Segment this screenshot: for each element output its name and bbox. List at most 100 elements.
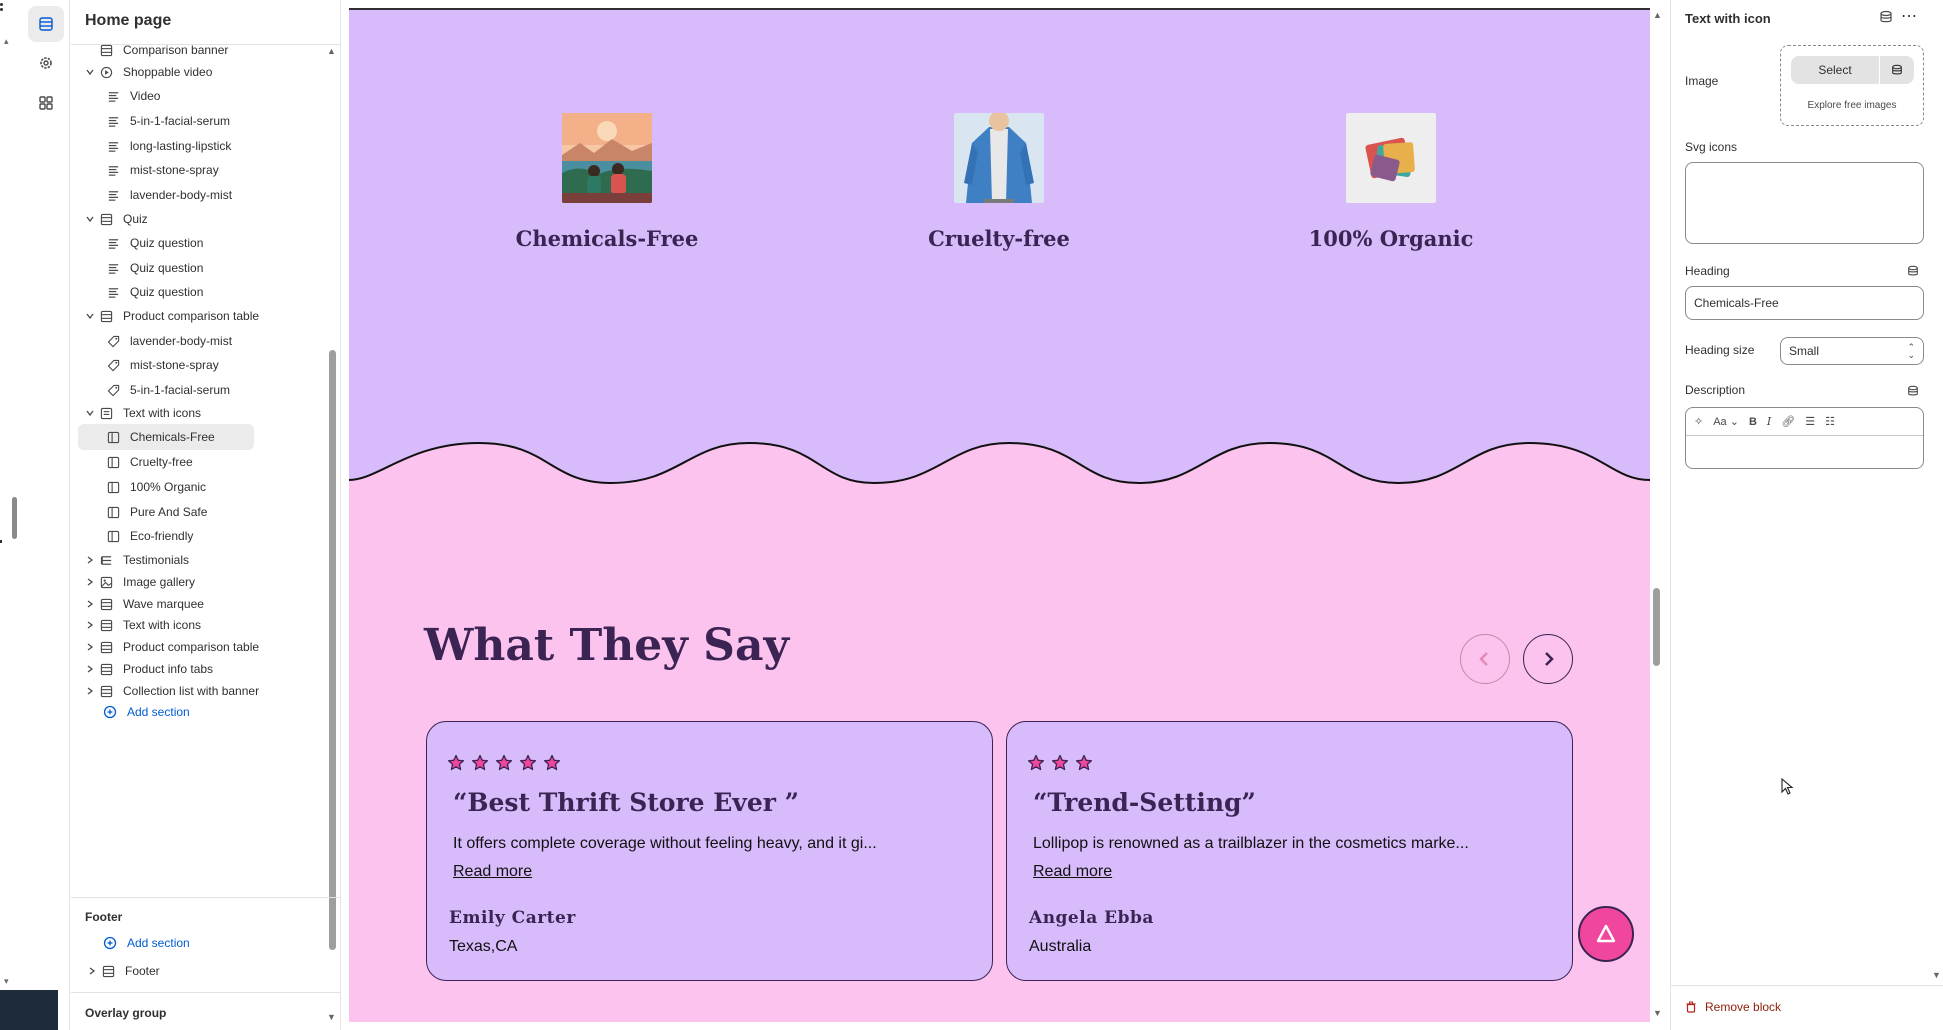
footer-section-item[interactable]: Footer bbox=[85, 958, 160, 984]
text-block-icon bbox=[104, 285, 122, 299]
block-item[interactable]: long-lasting-lipstick bbox=[78, 133, 254, 159]
chevron-down-icon[interactable] bbox=[83, 409, 97, 417]
item-label: Quiz bbox=[123, 212, 148, 226]
block-item[interactable]: mist-stone-spray bbox=[78, 157, 254, 183]
database-icon[interactable] bbox=[1907, 264, 1919, 282]
heading-input[interactable] bbox=[1685, 286, 1924, 320]
block-item[interactable]: Video bbox=[78, 83, 254, 109]
block-item[interactable]: lavender-body-mist bbox=[78, 182, 254, 208]
collapse-caret-icon: ▴ bbox=[4, 36, 9, 46]
preview-scrollbar-track: ▲ ▼ bbox=[1650, 8, 1662, 1022]
block-item[interactable]: Pure And Safe bbox=[78, 499, 254, 525]
scroll-down-caret-icon[interactable]: ▼ bbox=[327, 1012, 336, 1022]
more-actions-icon[interactable]: ⋯ bbox=[1901, 6, 1918, 26]
text-with-icons-section: Chemicals-Free Cruelty-free 100% Organic bbox=[349, 8, 1650, 488]
explore-free-images-link[interactable]: Explore free images bbox=[1781, 100, 1923, 111]
settings-icon[interactable] bbox=[28, 45, 64, 81]
chevron-right-icon[interactable] bbox=[83, 578, 97, 586]
chevron-right-icon[interactable] bbox=[85, 967, 99, 975]
nav-scrollbar[interactable] bbox=[329, 350, 336, 950]
item-label: lavender-body-mist bbox=[130, 334, 233, 348]
read-more-link[interactable]: Read more bbox=[453, 863, 532, 881]
previous-button[interactable] bbox=[1460, 634, 1510, 684]
block-item[interactable]: Quiz question bbox=[78, 255, 254, 281]
star-rating bbox=[447, 754, 561, 772]
item-label: Quiz question bbox=[130, 261, 204, 275]
next-button[interactable] bbox=[1523, 634, 1573, 684]
select-arrows-icon: ⌃ ⌄ bbox=[1907, 342, 1915, 360]
chevron-down-icon[interactable] bbox=[83, 215, 97, 223]
sparkle-icon[interactable]: ✧ bbox=[1694, 415, 1703, 428]
link-icon[interactable]: 🔗︎ bbox=[1781, 415, 1795, 428]
block-item[interactable]: Quiz question bbox=[78, 279, 254, 305]
preview-scrollbar[interactable] bbox=[1653, 588, 1660, 666]
database-icon[interactable] bbox=[1907, 384, 1919, 402]
testimonial-icon bbox=[97, 553, 115, 567]
star-rating bbox=[1027, 754, 1093, 772]
block-item[interactable]: 100% Organic bbox=[78, 474, 254, 500]
chevron-right-icon[interactable] bbox=[83, 600, 97, 608]
block-item[interactable]: Eco-friendly bbox=[78, 523, 254, 549]
tag-icon bbox=[104, 358, 122, 372]
star-icon bbox=[543, 754, 561, 771]
block-item[interactable]: lavender-body-mist bbox=[78, 328, 254, 354]
section-icon bbox=[97, 597, 115, 611]
italic-icon[interactable]: I bbox=[1767, 415, 1771, 428]
section-item[interactable]: Quiz bbox=[71, 206, 271, 232]
bullet-list-icon[interactable]: ☰ bbox=[1805, 415, 1815, 428]
chevron-down-icon[interactable] bbox=[83, 68, 97, 76]
section-item[interactable]: Shoppable video bbox=[71, 59, 271, 85]
bold-icon[interactable]: B bbox=[1749, 416, 1757, 428]
text-style-icon[interactable]: Aa ⌄ bbox=[1713, 415, 1739, 428]
scroll-down-caret-icon[interactable]: ▼ bbox=[1653, 1008, 1662, 1018]
item-label: Comparison banner bbox=[123, 43, 229, 57]
dynamic-source-icon[interactable] bbox=[1879, 10, 1893, 29]
star-icon bbox=[519, 754, 537, 771]
add-section-button[interactable]: Add section bbox=[101, 699, 190, 725]
block-item[interactable]: Quiz question bbox=[78, 230, 254, 256]
chevron-right-icon[interactable] bbox=[83, 556, 97, 564]
chevron-right-icon[interactable] bbox=[83, 665, 97, 673]
sections-icon[interactable] bbox=[28, 6, 64, 42]
text-block-icon bbox=[104, 261, 122, 275]
testimonial-body: It offers complete coverage without feel… bbox=[453, 835, 877, 852]
heading-size-label: Heading size bbox=[1685, 343, 1755, 357]
chevron-right-icon[interactable] bbox=[83, 621, 97, 629]
block-icon bbox=[104, 529, 122, 543]
chevron-right-icon[interactable] bbox=[83, 687, 97, 695]
footer-add-section-button[interactable]: Add section bbox=[101, 930, 190, 956]
arrow-up-icon bbox=[1596, 924, 1616, 943]
svg-icons-textarea[interactable] bbox=[1685, 162, 1924, 244]
block-item[interactable]: mist-stone-spray bbox=[78, 352, 254, 378]
image-label: Image bbox=[1685, 74, 1719, 88]
text-section-icon bbox=[97, 406, 115, 420]
star-icon bbox=[471, 754, 489, 771]
item-label: lavender-body-mist bbox=[130, 188, 233, 202]
block-item[interactable]: Chemicals-Free bbox=[78, 424, 254, 450]
section-item[interactable]: Text with icons bbox=[71, 400, 271, 426]
scroll-up-caret-icon[interactable]: ▲ bbox=[327, 46, 336, 56]
star-icon bbox=[447, 754, 465, 771]
back-to-top-button[interactable] bbox=[1578, 906, 1634, 962]
chevron-right-icon[interactable] bbox=[83, 643, 97, 651]
block-settings-panel: Text with icon ⋯ Image Select Explore fr… bbox=[1670, 0, 1943, 1030]
scroll-up-caret-icon[interactable]: ▲ bbox=[1653, 10, 1662, 20]
item-label: Video bbox=[130, 89, 161, 103]
apps-icon[interactable] bbox=[28, 85, 64, 121]
chevron-down-icon[interactable] bbox=[83, 312, 97, 320]
text-block-icon bbox=[104, 188, 122, 202]
image-icon bbox=[97, 575, 115, 589]
select-image-button[interactable]: Select bbox=[1791, 56, 1879, 84]
remove-block-button[interactable]: Remove block bbox=[1685, 997, 1781, 1017]
numbered-list-icon[interactable]: ☷ bbox=[1825, 415, 1835, 428]
rail-scrollbar[interactable] bbox=[12, 497, 17, 539]
dynamic-source-button[interactable] bbox=[1880, 56, 1914, 84]
read-more-link[interactable]: Read more bbox=[1033, 863, 1112, 881]
block-item[interactable]: Cruelty-free bbox=[78, 449, 254, 475]
block-item[interactable]: 5-in-1-facial-serum bbox=[78, 108, 254, 134]
scroll-down-caret-icon[interactable]: ▼ bbox=[1932, 970, 1941, 980]
divider bbox=[1671, 985, 1943, 986]
section-item[interactable]: Product comparison table bbox=[71, 303, 271, 329]
testimonial-title: “Trend-Setting” bbox=[1033, 788, 1256, 817]
heading-size-select[interactable]: Small ⌃ ⌄ bbox=[1780, 337, 1924, 365]
